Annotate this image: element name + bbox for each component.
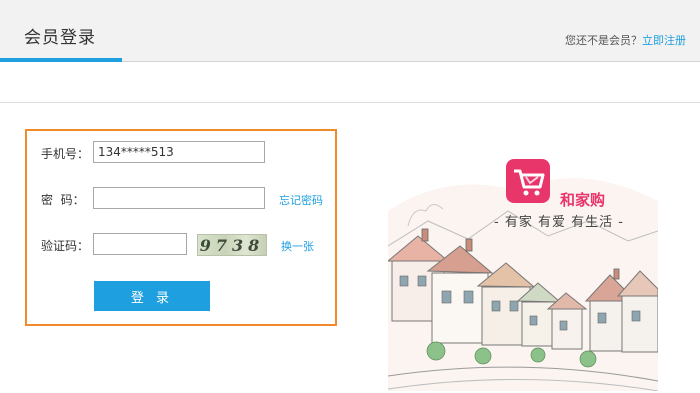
login-button[interactable]: 登 录 — [94, 281, 210, 311]
login-main: 手机号： 密 码： 忘记密码 验证码： 9738 换一张 登 录 — [0, 102, 700, 393]
active-tab-underline — [0, 58, 122, 62]
phone-label: 手机号： — [41, 147, 90, 161]
shopping-cart-icon — [514, 169, 545, 196]
phone-row: 手机号： — [27, 141, 337, 167]
phone-input[interactable] — [93, 141, 265, 163]
brand-slogan: - 有家 有爱 有生活 - — [494, 215, 624, 230]
page-title: 会员登录 — [24, 28, 96, 48]
forgot-password-link[interactable]: 忘记密码 — [279, 192, 323, 208]
not-member-text: 您还不是会员？ — [565, 34, 642, 47]
captcha-row: 验证码： 9738 换一张 — [27, 233, 337, 259]
login-form: 手机号： 密 码： 忘记密码 验证码： 9738 换一张 登 录 — [25, 129, 337, 326]
captcha-label: 验证码： — [41, 239, 90, 253]
password-row: 密 码： 忘记密码 — [27, 187, 337, 213]
password-label: 密 码： — [41, 193, 85, 207]
page-header: 会员登录 您还不是会员？立即注册 — [0, 0, 700, 62]
captcha-input[interactable] — [93, 233, 187, 255]
brand-logo — [506, 159, 550, 203]
captcha-image[interactable]: 9738 — [197, 234, 267, 256]
register-link[interactable]: 立即注册 — [642, 34, 686, 47]
brand-name: 和家购 — [560, 191, 606, 209]
password-input[interactable] — [93, 187, 265, 209]
refresh-captcha-link[interactable]: 换一张 — [281, 238, 314, 254]
register-prompt: 您还不是会员？立即注册 — [565, 32, 686, 48]
